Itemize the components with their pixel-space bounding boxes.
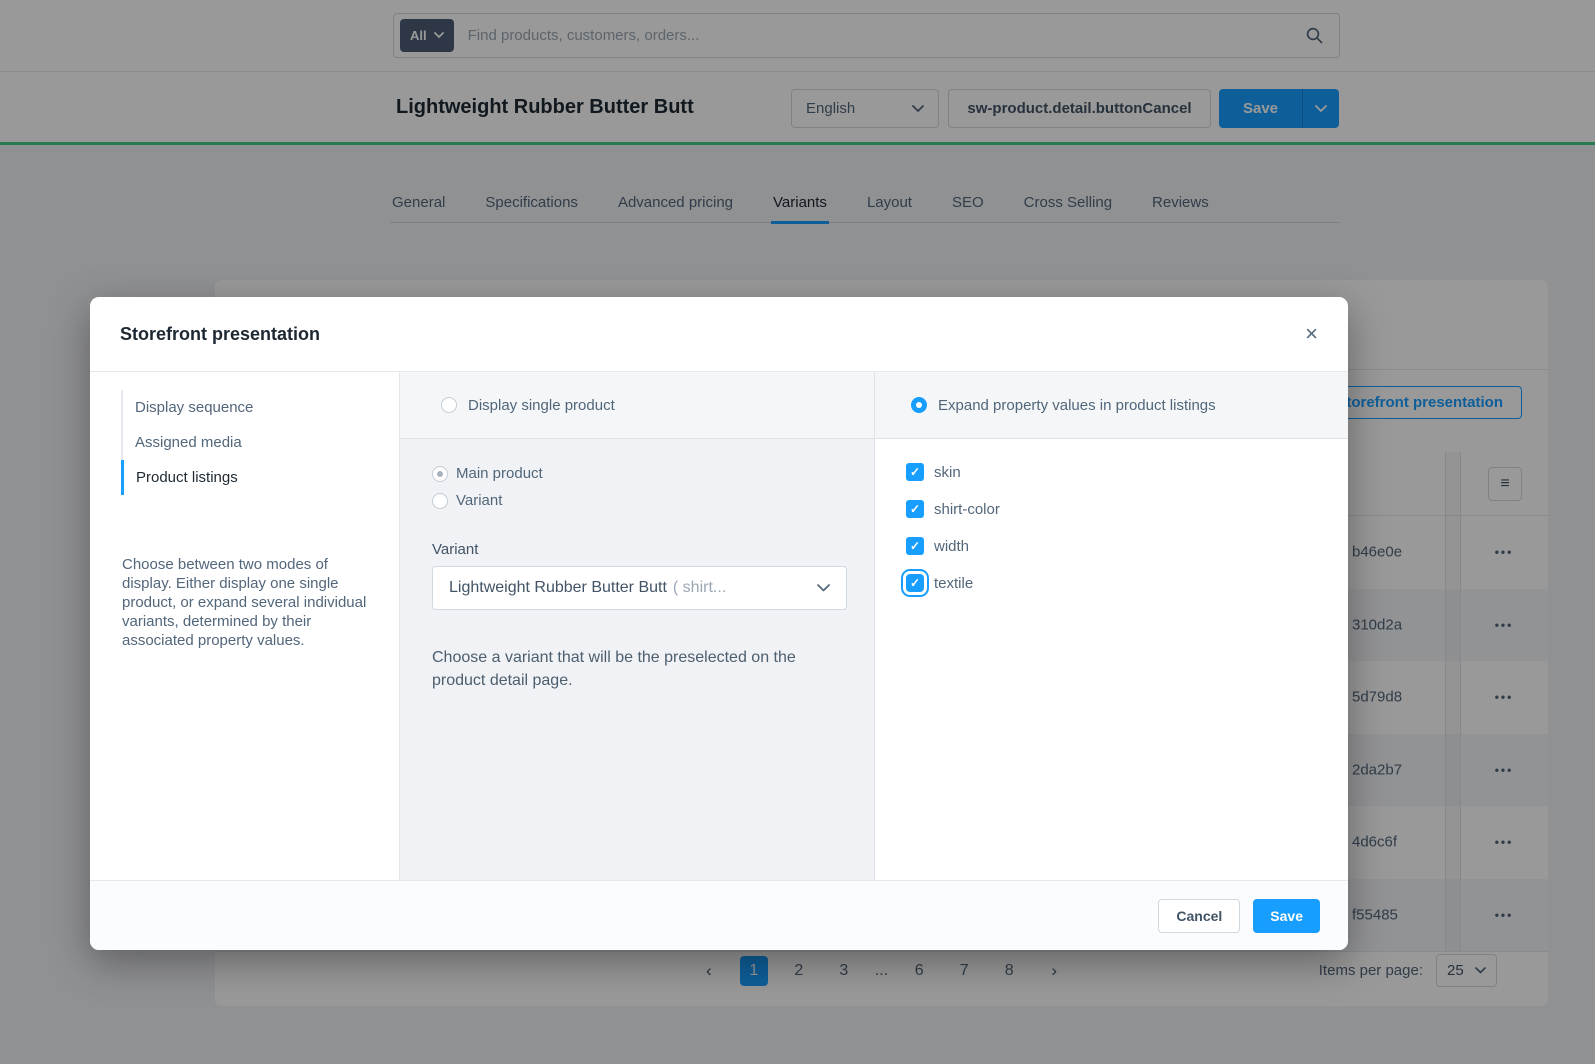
variant-select[interactable]: Lightweight Rubber Butter Butt ( shirt..…	[432, 566, 847, 610]
chevron-down-icon	[817, 584, 830, 592]
radio-expand-properties-label: Expand property values in product listin…	[938, 397, 1216, 414]
single-product-option[interactable]: Display single product	[400, 372, 874, 439]
storefront-presentation-modal: Storefront presentation × Display sequen…	[90, 297, 1348, 950]
admin-screen: All Lightweight Rubber Butter Butt Engli…	[0, 0, 1595, 1064]
checkbox-shirt-color[interactable]: ✓	[906, 500, 924, 518]
radio-display-single-product-label: Display single product	[468, 397, 615, 414]
single-product-column: Display single product Main product Vari…	[400, 372, 875, 880]
expand-properties-column: Expand property values in product listin…	[875, 372, 1348, 880]
checkbox-textile-label: textile	[934, 575, 973, 592]
main-product-option[interactable]: Main product	[432, 465, 844, 482]
checkbox-skin-label: skin	[934, 464, 961, 481]
modal-save-button[interactable]: Save	[1253, 899, 1320, 933]
single-product-settings: Main product Variant Variant Lightweight…	[400, 439, 874, 692]
modal-header: Storefront presentation ×	[90, 297, 1348, 372]
close-icon[interactable]: ×	[1305, 323, 1318, 345]
variant-select-value: Lightweight Rubber Butter Butt	[449, 579, 667, 597]
variant-helper-text: Choose a variant that will be the presel…	[432, 646, 832, 692]
radio-main-product-label: Main product	[456, 465, 543, 482]
expand-properties-option[interactable]: Expand property values in product listin…	[875, 372, 1348, 439]
modal-footer: Cancel Save	[90, 880, 1348, 950]
variant-select-label: Variant	[432, 541, 844, 558]
checkbox-width[interactable]: ✓	[906, 537, 924, 555]
property-row-shirt-color[interactable]: ✓ shirt-color	[906, 500, 1348, 518]
modal-sidebar-nav: Display sequence Assigned media Product …	[121, 390, 399, 495]
modal-title: Storefront presentation	[120, 324, 320, 345]
property-row-textile[interactable]: ✓ textile	[906, 574, 1348, 592]
variant-option[interactable]: Variant	[432, 492, 844, 509]
modal-cancel-button[interactable]: Cancel	[1158, 899, 1240, 933]
sidebar-item-assigned-media[interactable]: Assigned media	[121, 425, 399, 460]
checkbox-skin[interactable]: ✓	[906, 463, 924, 481]
property-checkbox-list: ✓ skin ✓ shirt-color ✓ width ✓ textile	[875, 439, 1348, 611]
sidebar-item-product-listings[interactable]: Product listings	[121, 460, 399, 495]
radio-variant-label: Variant	[456, 492, 502, 509]
radio-main-product[interactable]	[432, 466, 448, 482]
property-row-width[interactable]: ✓ width	[906, 537, 1348, 555]
sidebar-item-display-sequence[interactable]: Display sequence	[121, 390, 399, 425]
modal-sidebar: Display sequence Assigned media Product …	[90, 372, 400, 880]
variant-select-value-suffix: ( shirt...	[673, 579, 726, 597]
checkbox-width-label: width	[934, 538, 969, 555]
radio-expand-properties[interactable]	[911, 397, 927, 413]
radio-variant[interactable]	[432, 493, 448, 509]
checkbox-textile[interactable]: ✓	[906, 574, 924, 592]
property-row-skin[interactable]: ✓ skin	[906, 463, 1348, 481]
radio-display-single-product[interactable]	[441, 397, 457, 413]
mode-description: Choose between two modes of display. Eit…	[122, 555, 369, 650]
modal-body: Display sequence Assigned media Product …	[90, 372, 1348, 880]
checkbox-shirt-color-label: shirt-color	[934, 501, 1000, 518]
